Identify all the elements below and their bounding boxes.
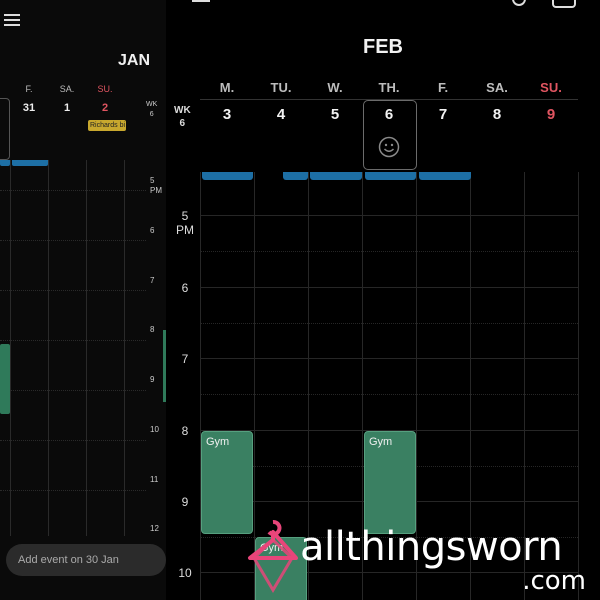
grid-line [200, 323, 578, 324]
day-number-3[interactable]: 3 [200, 106, 254, 123]
grid-line [0, 290, 146, 291]
week-label: WK [174, 105, 191, 116]
day-header-sat: SA. [486, 80, 508, 95]
day-number-9[interactable]: 9 [524, 106, 578, 123]
grid-line [0, 190, 146, 191]
grid-line [124, 160, 125, 536]
day-number-1[interactable]: 1 [52, 102, 82, 114]
watermark: allthingsworn .com [246, 518, 600, 600]
time-label: 8 [150, 325, 155, 334]
grid-line [86, 160, 87, 536]
time-label: 7 [150, 276, 155, 285]
day-header-fri: F. [25, 84, 33, 94]
grid-line [10, 160, 11, 536]
week-number: WK 6 [174, 104, 191, 130]
event-title: Gym [369, 436, 393, 448]
time-label: 11 [150, 475, 159, 484]
day-header-sun: SU. [540, 80, 562, 95]
day-number-4[interactable]: 4 [254, 106, 308, 123]
day-header-wed: W. [327, 80, 343, 95]
month-title: JAN [118, 52, 151, 69]
grid-line [0, 390, 146, 391]
day-header-fri: F. [437, 80, 449, 95]
event-block[interactable] [0, 344, 10, 414]
grid-line [200, 172, 201, 600]
today-frame [0, 98, 10, 160]
time-label: 10 [178, 566, 192, 580]
time-label: 8 [181, 424, 189, 438]
time-label: 5 PM [176, 209, 194, 237]
day-number-8[interactable]: 8 [470, 106, 524, 123]
add-event-input[interactable]: Add event on 30 Jan [6, 544, 166, 576]
grid-line [0, 490, 146, 491]
day-header-mon: M. [219, 80, 235, 95]
week-label: WK [146, 101, 158, 108]
event-block[interactable] [365, 172, 416, 180]
grid-line [200, 251, 578, 252]
all-day-event-chip[interactable]: Richards bi [88, 120, 126, 131]
day-header-sat: SA. [59, 84, 75, 94]
smiley-icon [378, 136, 400, 158]
event-title: Gym [206, 436, 230, 448]
grid-line [48, 160, 49, 536]
event-block[interactable] [310, 172, 362, 180]
month-title: FEB [363, 36, 403, 58]
time-label: 7 [181, 352, 189, 366]
time-label: 12 [150, 524, 159, 533]
day-number-2[interactable]: 2 [90, 102, 120, 114]
week-value: 6 [179, 118, 186, 129]
grid-line [0, 440, 146, 441]
grid-line [0, 240, 146, 241]
grid-line [200, 287, 578, 288]
day-number-7[interactable]: 7 [416, 106, 470, 123]
time-label: 9 [150, 375, 155, 384]
grid-line [200, 394, 578, 395]
week-value: 6 [149, 111, 154, 118]
week-view: FEB M. TU. W. TH. F. SA. SU. WK 6 3 4 5 … [166, 0, 600, 600]
menu-icon[interactable] [4, 14, 20, 28]
previous-month-view: JAN F. SA. SU. 31 1 2 WK 6 Richards bi 5… [0, 0, 166, 600]
time-label: 5 PM [150, 176, 162, 195]
week-number: WK 6 [146, 100, 157, 120]
watermark-tld: .com [522, 566, 586, 596]
day-header-thu: TH. [378, 80, 400, 95]
watermark-brand: allthingsworn [300, 524, 563, 570]
grid-line [200, 215, 578, 216]
grid-line [200, 358, 578, 359]
day-header-tue: TU. [270, 80, 292, 95]
event-block[interactable] [12, 160, 48, 166]
day-header-sun: SU. [97, 84, 113, 94]
time-label: 6 [150, 226, 155, 235]
event-block[interactable] [419, 172, 471, 180]
event-block[interactable] [283, 172, 308, 180]
search-icon[interactable] [512, 0, 526, 6]
hanger-logo-icon [248, 520, 298, 593]
today-frame [363, 100, 417, 170]
time-label: 9 [181, 495, 189, 509]
menu-icon[interactable] [192, 0, 210, 6]
event-block[interactable] [202, 172, 253, 180]
today-icon[interactable] [552, 0, 576, 8]
time-label: 6 [181, 281, 189, 295]
event-block[interactable] [0, 160, 10, 166]
day-number-31[interactable]: 31 [14, 102, 44, 114]
day-number-5[interactable]: 5 [308, 106, 362, 123]
time-label: 10 [150, 425, 159, 434]
grid-line [0, 340, 146, 341]
